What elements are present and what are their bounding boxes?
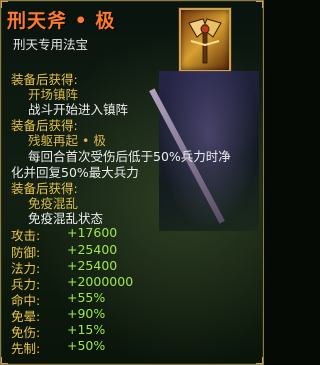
item-title: 刑天斧 • 极 (7, 10, 116, 32)
frame-corner (1, 1, 8, 8)
stat-value-stun-immune: +90% (67, 306, 106, 321)
item-tooltip: 刑天斧 • 极 刑天专用法宝 装备后获得: 开场镇阵 战斗开始进入镇阵 装备后获… (0, 0, 264, 365)
axe-icon (188, 18, 222, 64)
frame-corner (256, 357, 263, 364)
item-icon-frame (179, 8, 231, 72)
frame-corner (256, 1, 263, 8)
stat-label-initiative: 先制: (11, 341, 41, 356)
stat-value-troops: +2000000 (67, 274, 134, 289)
item-subtitle: 刑天专用法宝 (13, 37, 89, 52)
frame-corner (1, 357, 8, 364)
stat-value-attack: +17600 (67, 225, 118, 240)
stat-value-initiative: +50% (67, 338, 106, 353)
stat-value-damage-reduction: +15% (67, 322, 106, 337)
stat-value-magic: +25400 (67, 258, 118, 273)
stat-value-hit: +55% (67, 290, 106, 305)
stat-value-defense: +25400 (67, 242, 118, 257)
